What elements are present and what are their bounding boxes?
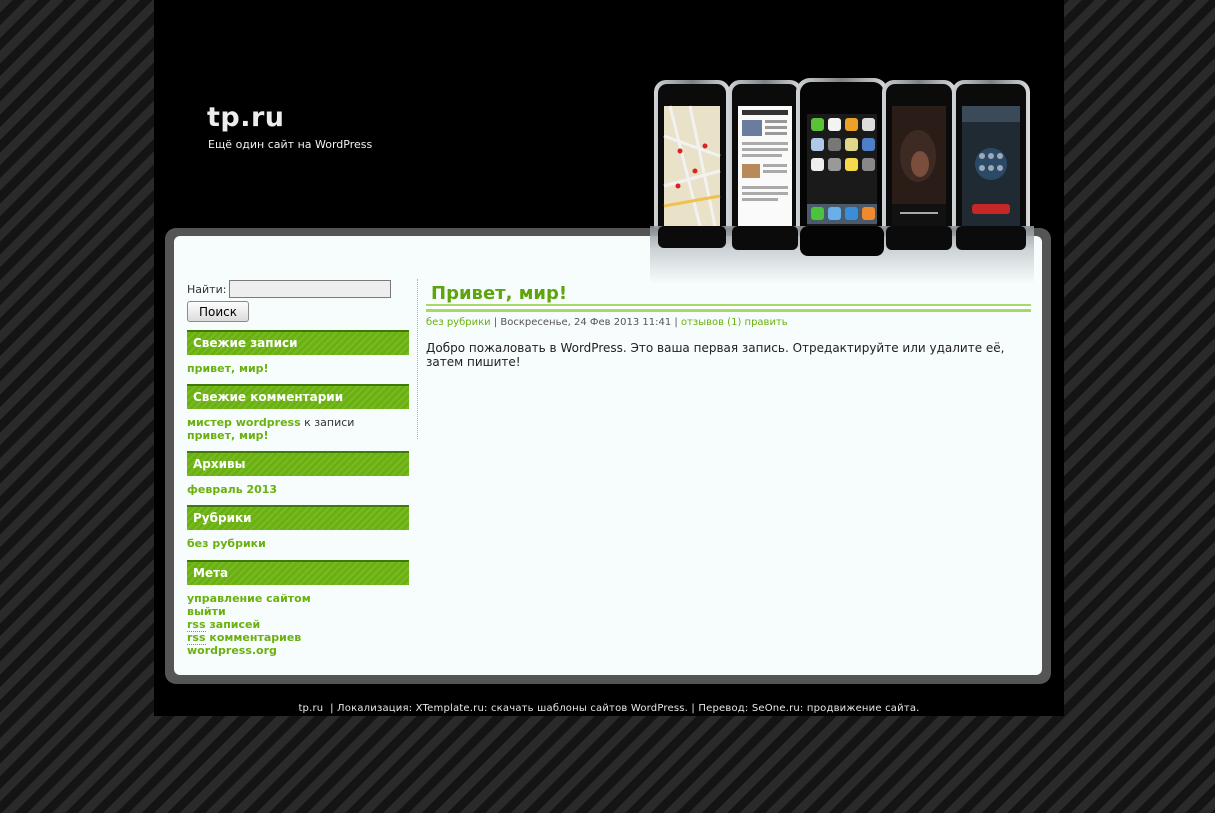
meta-list: управление сайтом выйти rss записей rss …	[187, 585, 409, 659]
meta-logout-link[interactable]: выйти	[187, 605, 226, 618]
meta-separator: |	[674, 317, 678, 328]
search-button[interactable]: Поиск	[187, 301, 249, 322]
site-title[interactable]: tp.ru	[207, 102, 285, 133]
search-input[interactable]	[229, 280, 392, 298]
sidebar: Найти: Поиск Свежие записи привет, мир! …	[187, 279, 409, 659]
recent-comments-list: мистер wordpress к записи привет, мир!	[187, 409, 409, 444]
post-comments-link[interactable]: отзывов (1)	[681, 317, 741, 328]
post-meta: без рубрики | Воскресенье, 24 Фев 2013 1…	[426, 317, 788, 328]
site-tagline: Ещё один сайт на WordPress	[208, 138, 373, 151]
widget-title-archives: Архивы	[187, 451, 409, 476]
meta-rss-comments-link[interactable]: rss комментариев	[187, 631, 301, 645]
category-link[interactable]: без рубрики	[187, 537, 266, 550]
meta-wordpress-org-link[interactable]: wordpress.org	[187, 644, 277, 657]
meta-admin-link[interactable]: управление сайтом	[187, 592, 311, 605]
post-title[interactable]: Привет, мир!	[431, 283, 567, 304]
widget-title-recent-comments: Свежие комментарии	[187, 384, 409, 409]
widget-title-meta: Мета	[187, 560, 409, 585]
post-category-link[interactable]: без рубрики	[426, 317, 491, 328]
recent-posts-list: привет, мир!	[187, 355, 409, 377]
post-edit-link[interactable]: править	[745, 317, 788, 328]
meta-separator: |	[493, 317, 498, 328]
footer: tp.ru | Локализация: XTemplate.ru: скача…	[154, 703, 1064, 714]
widget-title-recent-posts: Свежие записи	[187, 330, 409, 355]
column-divider	[417, 279, 418, 439]
title-underline	[426, 304, 1031, 309]
archive-link[interactable]: февраль 2013	[187, 483, 277, 496]
rss-comments-label: комментариев	[209, 631, 302, 644]
rss-posts-label: записей	[209, 618, 261, 631]
search-label: Найти:	[187, 282, 227, 296]
recent-post-link[interactable]: привет, мир!	[187, 362, 269, 375]
rss-abbr: rss	[187, 618, 206, 632]
post-date: Воскресенье, 24 Фев 2013 11:41	[500, 317, 672, 328]
widget-title-categories: Рубрики	[187, 505, 409, 530]
rss-abbr: rss	[187, 631, 206, 645]
footer-site-link[interactable]: tp.ru	[298, 703, 323, 714]
phone-reflection	[650, 226, 1034, 284]
comment-post-link[interactable]: привет, мир!	[187, 429, 269, 442]
search-form: Найти:	[187, 279, 409, 299]
comment-author-link[interactable]: мистер wordpress	[187, 416, 301, 429]
meta-rss-posts-link[interactable]: rss записей	[187, 618, 260, 632]
footer-credits: | Локализация: XTemplate.ru: скачать шаб…	[330, 703, 920, 714]
comment-connector: к записи	[304, 416, 355, 429]
archives-list: февраль 2013	[187, 476, 409, 498]
post-body: Добро пожаловать в WordPress. Это ваша п…	[426, 341, 1005, 369]
categories-list: без рубрики	[187, 530, 409, 552]
